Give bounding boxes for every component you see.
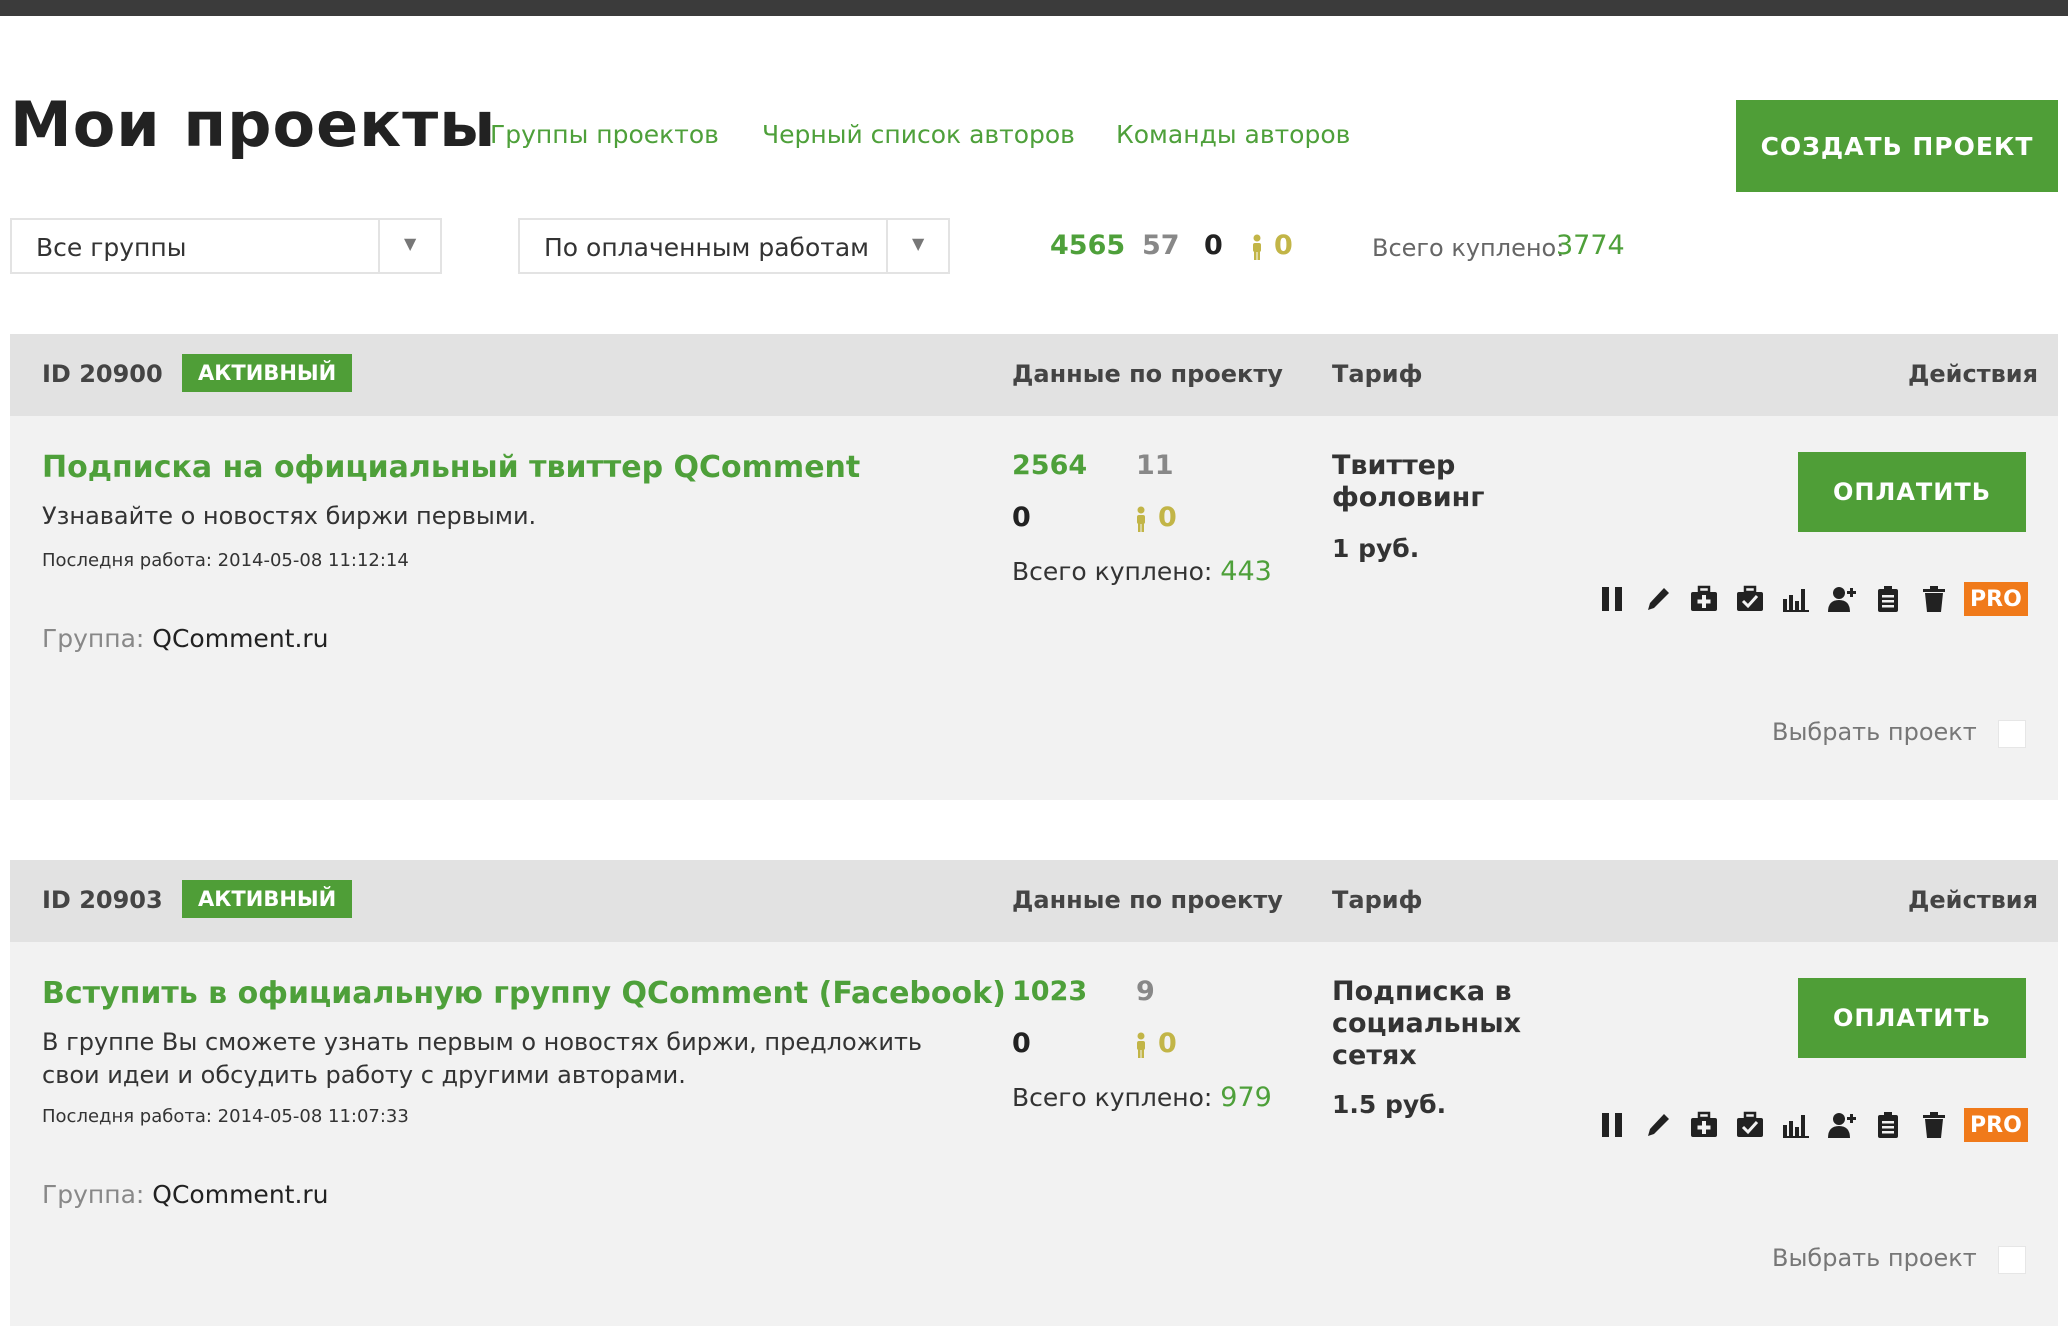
group-value: QComment.ru <box>152 1180 329 1209</box>
stat-paid: 4565 <box>1050 230 1126 261</box>
sort-select[interactable]: По оплаченным работам ▼ <box>518 218 950 274</box>
column-tariff: Тариф <box>1332 886 1423 914</box>
project-card: ID 20903 АКТИВНЫЙ Данные по проекту Тари… <box>10 860 2058 1326</box>
group-label: Группа: <box>42 624 145 653</box>
nav-author-blacklist[interactable]: Черный список авторов <box>762 120 1075 149</box>
project-card: ID 20900 АКТИВНЫЙ Данные по проекту Тари… <box>10 334 2058 800</box>
stat-workers: 0 <box>1250 230 1293 261</box>
project-workers-value: 0 <box>1158 1028 1177 1059</box>
project-description: В группе Вы сможете узнать первым о ново… <box>42 1028 923 1089</box>
column-project-data: Данные по проекту <box>1012 360 1283 388</box>
sort-select-value: По оплаченным работам <box>544 233 870 262</box>
tariff-name: Твиттер фоловинг <box>1332 450 1485 513</box>
bought-value: 443 <box>1220 556 1272 587</box>
column-tariff: Тариф <box>1332 360 1423 388</box>
project-paid: 2564 <box>1012 450 1088 481</box>
group-label: Группа: <box>42 1180 145 1209</box>
tariff-price: 1.5 руб. <box>1332 1090 1447 1119</box>
stat-pending: 57 <box>1142 230 1180 261</box>
trash-icon[interactable] <box>1918 583 1950 615</box>
select-project-label: Выбрать проект <box>1772 718 1977 746</box>
nav-author-teams[interactable]: Команды авторов <box>1116 120 1350 149</box>
total-bought-label: Всего куплено: <box>1372 234 1565 262</box>
status-badge: АКТИВНЫЙ <box>182 354 353 392</box>
pay-button[interactable]: ОПЛАТИТЬ <box>1798 978 2026 1058</box>
select-project-checkbox[interactable] <box>1998 1246 2026 1274</box>
tariff-price: 1 руб. <box>1332 534 1420 563</box>
pause-icon[interactable] <box>1596 1109 1628 1141</box>
project-group: Группа: QComment.ru <box>42 624 329 653</box>
project-rejected: 0 <box>1012 1028 1031 1059</box>
bar-chart-icon[interactable] <box>1780 1109 1812 1141</box>
project-title-link[interactable]: Вступить в официальную группу QComment (… <box>42 976 1006 1011</box>
person-icon <box>1253 234 1261 260</box>
pause-icon[interactable] <box>1596 583 1628 615</box>
edit-pencil-icon[interactable] <box>1642 583 1674 615</box>
user-add-icon[interactable] <box>1826 1109 1858 1141</box>
create-project-button[interactable]: СОЗДАТЬ ПРОЕКТ <box>1736 100 2058 192</box>
trash-icon[interactable] <box>1918 1109 1950 1141</box>
nav-project-groups[interactable]: Группы проектов <box>490 120 719 149</box>
last-work-time: Последня работа: 2014-05-08 11:12:14 <box>42 550 409 571</box>
top-bar <box>0 0 2068 16</box>
project-workers: 0 <box>1134 502 1177 533</box>
project-pending: 11 <box>1136 450 1174 481</box>
group-select[interactable]: Все группы ▼ <box>10 218 442 274</box>
pro-button[interactable]: PRO <box>1964 1108 2028 1142</box>
project-workers-value: 0 <box>1158 502 1177 533</box>
project-bought: Всего куплено: 979 <box>1012 1082 1272 1113</box>
project-id: ID 20903 <box>42 886 163 914</box>
select-project-label: Выбрать проект <box>1772 1244 1977 1272</box>
project-rejected: 0 <box>1012 502 1031 533</box>
project-id: ID 20900 <box>42 360 163 388</box>
project-pending: 9 <box>1136 976 1155 1007</box>
stat-workers-value: 0 <box>1274 230 1293 261</box>
project-title-link[interactable]: Подписка на официальный твиттер QComment <box>42 450 860 485</box>
clipboard-list-icon[interactable] <box>1872 583 1904 615</box>
last-work-time: Последня работа: 2014-05-08 11:07:33 <box>42 1106 409 1127</box>
action-icons: PRO <box>1596 582 2028 616</box>
chevron-down-icon: ▼ <box>404 234 417 253</box>
select-divider <box>378 220 380 272</box>
briefcase-check-icon[interactable] <box>1734 1109 1766 1141</box>
bar-chart-icon[interactable] <box>1780 583 1812 615</box>
briefcase-add-icon[interactable] <box>1688 583 1720 615</box>
briefcase-add-icon[interactable] <box>1688 1109 1720 1141</box>
chevron-down-icon: ▼ <box>912 234 925 253</box>
tariff-name: Подписка в социальных сетях <box>1332 976 1522 1071</box>
column-actions: Действия <box>1908 360 2039 388</box>
person-icon <box>1137 506 1145 532</box>
bought-value: 979 <box>1220 1082 1272 1113</box>
column-actions: Действия <box>1908 886 2039 914</box>
pay-button[interactable]: ОПЛАТИТЬ <box>1798 452 2026 532</box>
bought-label: Всего куплено: <box>1012 1083 1213 1112</box>
pro-button[interactable]: PRO <box>1964 582 2028 616</box>
bought-label: Всего куплено: <box>1012 557 1213 586</box>
select-project-checkbox[interactable] <box>1998 720 2026 748</box>
project-description: Узнавайте о новостях биржи первыми. <box>42 502 537 530</box>
select-divider <box>886 220 888 272</box>
project-bought: Всего куплено: 443 <box>1012 556 1272 587</box>
stat-rejected: 0 <box>1204 230 1223 261</box>
user-add-icon[interactable] <box>1826 583 1858 615</box>
project-paid: 1023 <box>1012 976 1088 1007</box>
action-icons: PRO <box>1596 1108 2028 1142</box>
project-workers: 0 <box>1134 1028 1177 1059</box>
clipboard-list-icon[interactable] <box>1872 1109 1904 1141</box>
edit-pencil-icon[interactable] <box>1642 1109 1674 1141</box>
project-group: Группа: QComment.ru <box>42 1180 329 1209</box>
briefcase-check-icon[interactable] <box>1734 583 1766 615</box>
group-select-value: Все группы <box>36 233 187 262</box>
status-badge: АКТИВНЫЙ <box>182 880 353 918</box>
total-bought-value: 3774 <box>1556 230 1625 261</box>
person-icon <box>1137 1032 1145 1058</box>
page-title: Мои проекты <box>10 88 497 161</box>
group-value: QComment.ru <box>152 624 329 653</box>
column-project-data: Данные по проекту <box>1012 886 1283 914</box>
